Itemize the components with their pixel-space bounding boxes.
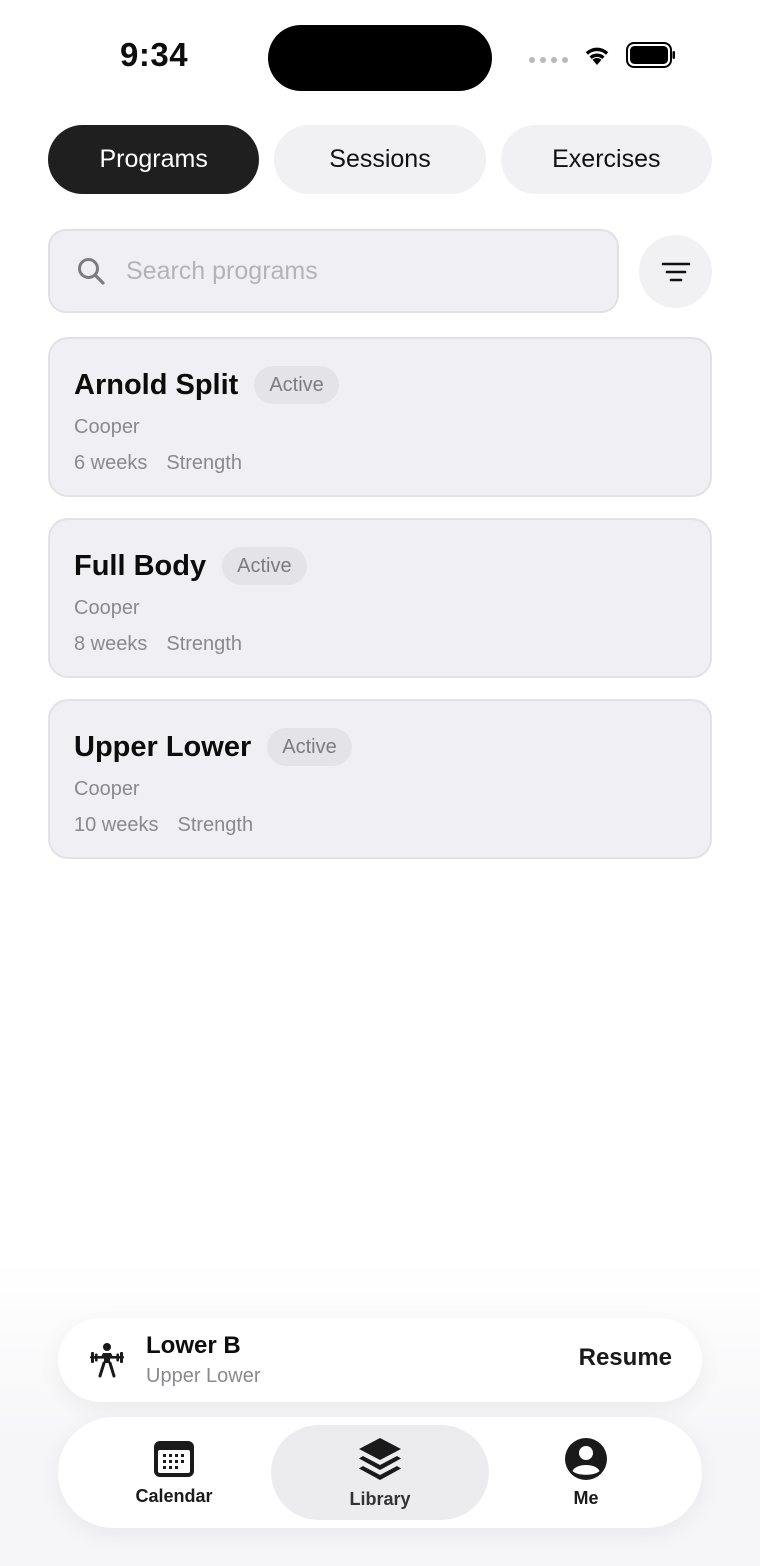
session-program: Upper Lower: [146, 1365, 261, 1387]
tab-programs[interactable]: Programs: [48, 125, 260, 194]
filter-button[interactable]: [639, 235, 712, 308]
program-title: Arnold Split: [74, 368, 239, 401]
status-badge: Active: [267, 728, 352, 766]
program-category: Strength: [166, 452, 242, 474]
program-card[interactable]: Full Body Active Cooper 8 weeks Strength: [48, 518, 712, 678]
resume-button[interactable]: Resume: [579, 1344, 672, 1372]
status-icons: [529, 42, 676, 68]
program-author: Cooper: [74, 778, 140, 800]
program-duration: 8 weeks: [74, 633, 148, 655]
program-category: Strength: [166, 633, 242, 655]
search-input[interactable]: [126, 256, 566, 286]
nav-label-library: Library: [349, 1488, 411, 1509]
nav-item-library[interactable]: Library: [271, 1425, 489, 1520]
person-icon: [565, 1437, 607, 1480]
session-title: Lower B: [146, 1332, 241, 1359]
filter-icon: [661, 262, 690, 281]
bottom-nav: Calendar Library Me: [58, 1417, 702, 1528]
program-list: Arnold Split Active Cooper 6 weeks Stren…: [48, 337, 712, 880]
battery-icon: [626, 42, 675, 68]
program-category: Strength: [177, 814, 254, 836]
program-author: Cooper: [74, 597, 140, 619]
status-time: 9:34: [120, 36, 189, 73]
nav-label-me: Me: [573, 1487, 599, 1508]
search-bar[interactable]: [48, 229, 619, 313]
library-tabs: Programs Sessions Exercises: [48, 125, 712, 194]
cellular-signal-icon: [529, 57, 568, 63]
wifi-icon: [585, 47, 609, 65]
calendar-icon: [154, 1440, 194, 1477]
program-title: Full Body: [74, 549, 207, 582]
tab-sessions[interactable]: Sessions: [274, 125, 486, 194]
tab-exercises[interactable]: Exercises: [500, 125, 712, 194]
dynamic-island: [268, 25, 492, 91]
weightlifter-icon: [90, 1343, 124, 1378]
nav-label-calendar: Calendar: [135, 1485, 213, 1506]
nav-item-calendar[interactable]: Calendar: [104, 1425, 244, 1520]
program-duration: 10 weeks: [74, 814, 159, 836]
program-author: Cooper: [74, 416, 140, 438]
program-card[interactable]: Arnold Split Active Cooper 6 weeks Stren…: [48, 337, 712, 497]
screen: 9:34 Programs Sessions Exercises Search …: [0, 0, 760, 1566]
search-icon: [78, 258, 105, 285]
active-session-bar[interactable]: Lower B Upper Lower Resume: [58, 1318, 702, 1402]
program-title: Upper Lower: [74, 730, 252, 763]
program-duration: 6 weeks: [74, 452, 148, 474]
status-badge: Active: [254, 366, 339, 404]
status-badge: Active: [222, 547, 307, 585]
program-card[interactable]: Upper Lower Active Cooper 10 weeks Stren…: [48, 699, 712, 859]
layers-icon: [359, 1437, 401, 1480]
nav-item-me[interactable]: Me: [536, 1425, 636, 1520]
